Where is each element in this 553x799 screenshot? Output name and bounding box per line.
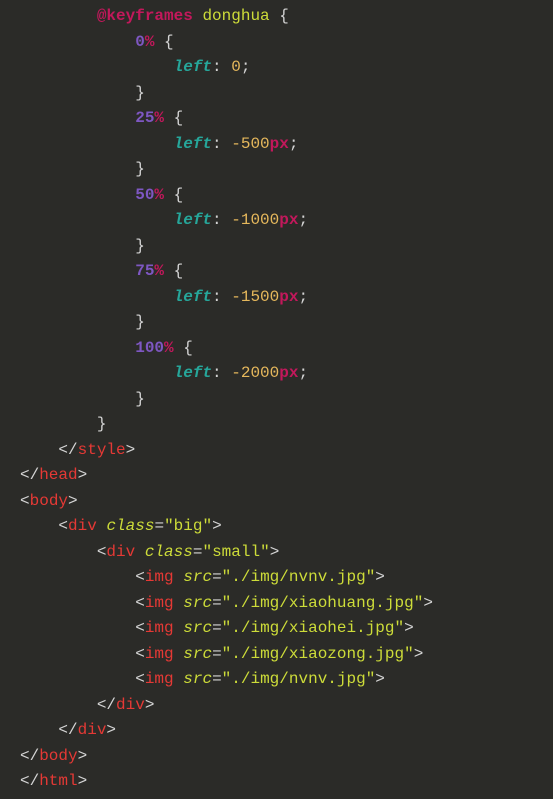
attr-value: "big" xyxy=(164,517,212,535)
code-line: left: -1000px; xyxy=(0,208,553,234)
attr-src: src xyxy=(183,645,212,663)
attr-src: src xyxy=(183,619,212,637)
attr-class: class xyxy=(145,543,193,561)
tag-img: img xyxy=(145,645,174,663)
percent-value: 50 xyxy=(135,186,154,204)
code-line: </div> xyxy=(0,718,553,744)
keyframes-name: donghua xyxy=(202,7,269,25)
tag-img: img xyxy=(145,568,174,586)
code-line: <div class="small"> xyxy=(0,540,553,566)
code-line: 50% { xyxy=(0,183,553,209)
tag-html: html xyxy=(39,772,77,790)
percent-value: 100 xyxy=(135,339,164,357)
tag-head: head xyxy=(39,466,77,484)
code-line: @keyframes donghua { xyxy=(0,4,553,30)
css-property: left xyxy=(174,211,212,229)
code-line: <img src="./img/xiaohuang.jpg"> xyxy=(0,591,553,617)
code-line: } xyxy=(0,81,553,107)
css-unit: px xyxy=(279,288,298,306)
percent-sign: % xyxy=(154,186,164,204)
code-line: 25% { xyxy=(0,106,553,132)
attr-value: "./img/xiaohuang.jpg" xyxy=(222,594,424,612)
attr-value: "./img/nvnv.jpg" xyxy=(222,568,376,586)
css-property: left xyxy=(174,288,212,306)
tag-div: div xyxy=(68,517,97,535)
code-line: } xyxy=(0,234,553,260)
tag-body: body xyxy=(39,747,77,765)
css-value: -1000 xyxy=(231,211,279,229)
tag-div: div xyxy=(78,721,107,739)
tag-img: img xyxy=(145,594,174,612)
code-line: } xyxy=(0,310,553,336)
percent-value: 75 xyxy=(135,262,154,280)
code-line: <body> xyxy=(0,489,553,515)
tag-div: div xyxy=(116,696,145,714)
attr-value: "./img/nvnv.jpg" xyxy=(222,670,376,688)
code-line: left: -1500px; xyxy=(0,285,553,311)
css-value: -1500 xyxy=(231,288,279,306)
css-unit: px xyxy=(279,364,298,382)
attr-src: src xyxy=(183,670,212,688)
css-value: -2000 xyxy=(231,364,279,382)
code-line: left: -500px; xyxy=(0,132,553,158)
percent-sign: % xyxy=(145,33,155,51)
css-property: left xyxy=(174,135,212,153)
percent-value: 0 xyxy=(135,33,145,51)
code-line: left: 0; xyxy=(0,55,553,81)
code-line: left: -2000px; xyxy=(0,361,553,387)
code-line: 75% { xyxy=(0,259,553,285)
code-line: <img src="./img/xiaozong.jpg"> xyxy=(0,642,553,668)
attr-value: "small" xyxy=(202,543,269,561)
attr-value: "./img/xiaohei.jpg" xyxy=(222,619,404,637)
code-line: </body> xyxy=(0,744,553,770)
tag-style: style xyxy=(78,441,126,459)
percent-sign: % xyxy=(154,109,164,127)
css-unit: px xyxy=(279,211,298,229)
tag-img: img xyxy=(145,670,174,688)
code-line: </div> xyxy=(0,693,553,719)
css-property: left xyxy=(174,364,212,382)
attr-class: class xyxy=(106,517,154,535)
attr-src: src xyxy=(183,594,212,612)
css-property: left xyxy=(174,58,212,76)
code-line: 100% { xyxy=(0,336,553,362)
css-value: 0 xyxy=(231,58,241,76)
code-line: <img src="./img/xiaohei.jpg"> xyxy=(0,616,553,642)
code-line: <div class="big"> xyxy=(0,514,553,540)
tag-img: img xyxy=(145,619,174,637)
code-line: </style> xyxy=(0,438,553,464)
code-line: } xyxy=(0,387,553,413)
code-line: } xyxy=(0,412,553,438)
attr-src: src xyxy=(183,568,212,586)
code-line: 0% { xyxy=(0,30,553,56)
css-value: -500 xyxy=(231,135,269,153)
tag-body: body xyxy=(30,492,68,510)
percent-value: 25 xyxy=(135,109,154,127)
at-rule-keyword: @keyframes xyxy=(97,7,193,25)
code-line: </head> xyxy=(0,463,553,489)
code-line: <img src="./img/nvnv.jpg"> xyxy=(0,667,553,693)
attr-value: "./img/xiaozong.jpg" xyxy=(222,645,414,663)
code-line: <img src="./img/nvnv.jpg"> xyxy=(0,565,553,591)
css-unit: px xyxy=(270,135,289,153)
code-editor[interactable]: @keyframes donghua { 0% { left: 0; } 25%… xyxy=(0,4,553,795)
percent-sign: % xyxy=(164,339,174,357)
percent-sign: % xyxy=(154,262,164,280)
code-line: } xyxy=(0,157,553,183)
tag-div: div xyxy=(106,543,135,561)
code-line: </html> xyxy=(0,769,553,795)
